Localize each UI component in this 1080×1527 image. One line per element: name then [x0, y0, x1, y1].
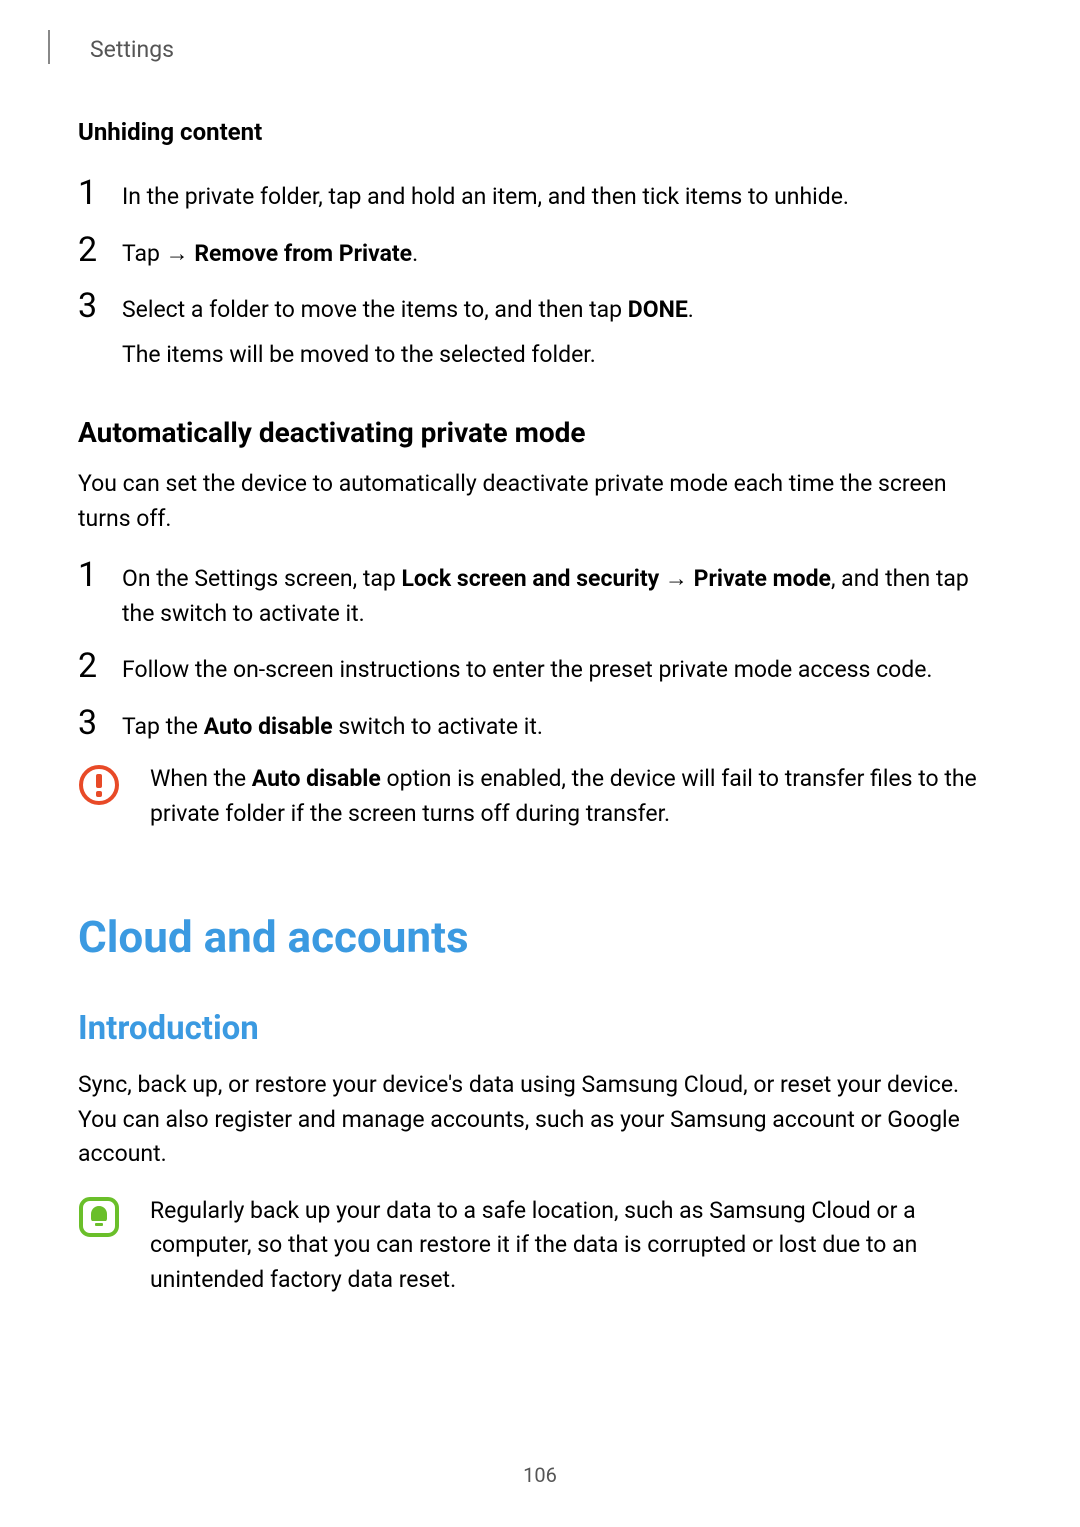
text: Tap the: [122, 713, 204, 740]
list-body: Follow the on-screen instructions to ent…: [122, 649, 982, 688]
tip-icon: [78, 1194, 120, 1238]
list-number: 2: [78, 649, 122, 683]
page-header: Settings: [48, 36, 982, 64]
list-item: 2 Follow the on-screen instructions to e…: [78, 649, 982, 688]
text: The items will be moved to the selected …: [122, 338, 982, 373]
list-body: Tap the Auto disable switch to activate …: [122, 706, 982, 745]
list-item: 1 In the private folder, tap and hold an…: [78, 176, 982, 215]
tip-text: Regularly back up your data to a safe lo…: [150, 1194, 982, 1298]
text: .: [688, 296, 694, 323]
list-number: 2: [78, 233, 122, 267]
auto-intro: You can set the device to automatically …: [78, 467, 982, 536]
text-bold: DONE: [628, 296, 688, 323]
text: Tap: [122, 240, 166, 267]
list-body: Tap → Remove from Private.: [122, 233, 982, 272]
arrow-icon: →: [166, 240, 195, 267]
list-item: 3 Select a folder to move the items to, …: [78, 289, 982, 372]
text-bold: Auto disable: [204, 713, 333, 740]
auto-heading: Automatically deactivating private mode: [78, 416, 982, 449]
list-body: Select a folder to move the items to, an…: [122, 289, 982, 372]
text-bold: Private mode: [694, 565, 831, 592]
warning-text: When the Auto disable option is enabled,…: [150, 762, 982, 831]
warning-callout: When the Auto disable option is enabled,…: [78, 762, 982, 831]
cloud-title: Cloud and accounts: [78, 911, 982, 963]
text: switch to activate it.: [333, 713, 543, 740]
text: When the: [150, 765, 252, 792]
intro-para: Sync, back up, or restore your device's …: [78, 1068, 982, 1172]
text-bold: Remove from Private: [194, 240, 412, 267]
text-bold: Lock screen and security: [401, 565, 659, 592]
list-item: 1 On the Settings screen, tap Lock scree…: [78, 558, 982, 631]
header-divider: [48, 30, 50, 64]
tip-callout: Regularly back up your data to a safe lo…: [78, 1194, 982, 1298]
text: On the Settings screen, tap: [122, 565, 401, 592]
text: .: [412, 240, 418, 267]
list-item: 2 Tap → Remove from Private.: [78, 233, 982, 272]
list-number: 1: [78, 558, 122, 592]
text-bold: Auto disable: [252, 765, 381, 792]
page-number: 106: [0, 1463, 1080, 1487]
arrow-icon: →: [659, 565, 693, 592]
warning-icon: [78, 762, 120, 806]
list-number: 3: [78, 706, 122, 740]
text: Select a folder to move the items to, an…: [122, 296, 628, 323]
list-body: On the Settings screen, tap Lock screen …: [122, 558, 982, 631]
intro-heading: Introduction: [78, 1009, 982, 1048]
list-number: 3: [78, 289, 122, 323]
list-number: 1: [78, 176, 122, 210]
unhiding-heading: Unhiding content: [78, 118, 982, 146]
page-content: Settings Unhiding content 1 In the priva…: [0, 0, 1080, 1297]
breadcrumb-title: Settings: [90, 36, 174, 63]
list-body: In the private folder, tap and hold an i…: [122, 176, 982, 215]
list-item: 3 Tap the Auto disable switch to activat…: [78, 706, 982, 745]
